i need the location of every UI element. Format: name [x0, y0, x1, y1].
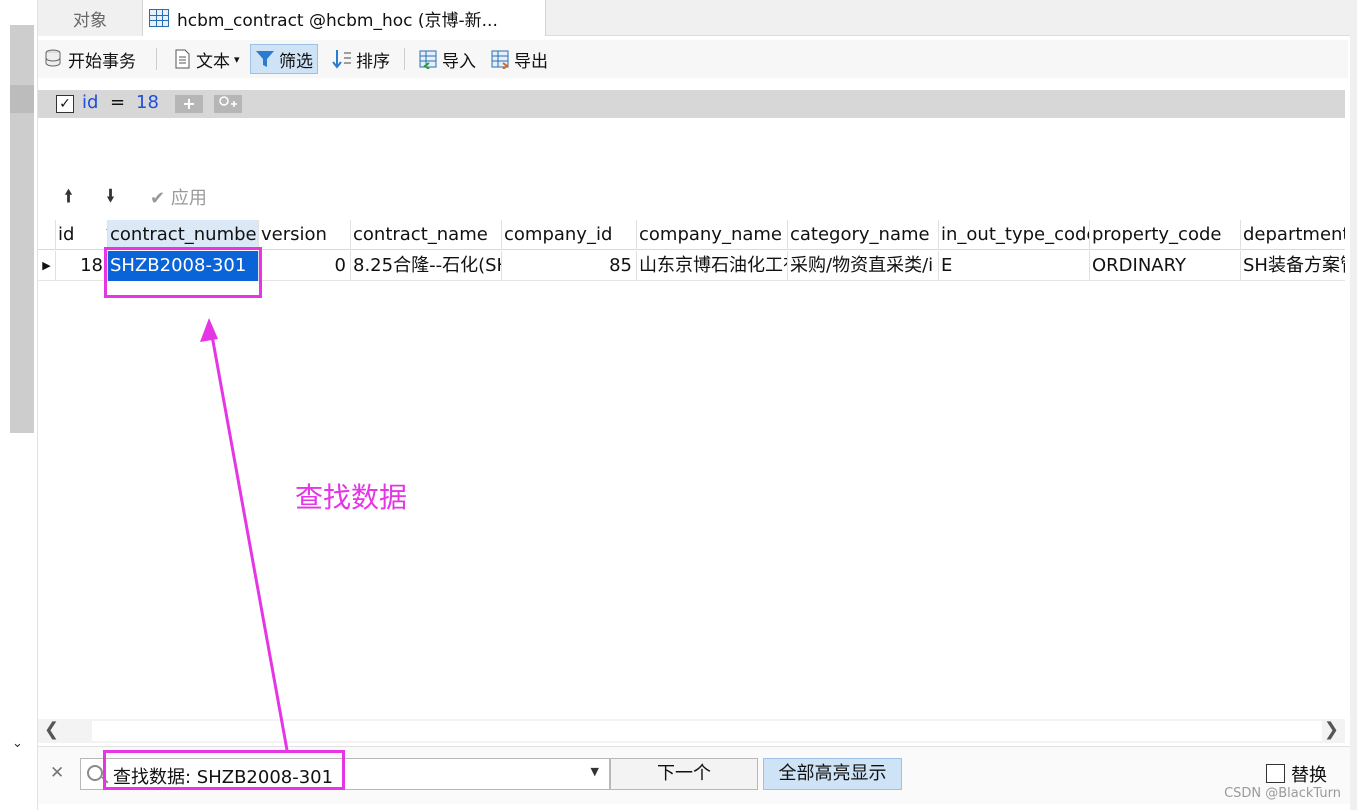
filter-value[interactable]: 18	[136, 92, 159, 113]
column-header-label: property_code	[1092, 224, 1222, 245]
horizontal-scrollbar[interactable]: ❮ ❯	[38, 719, 1345, 743]
horizontal-scroll-thumb[interactable]	[92, 721, 1322, 741]
cell-property-code[interactable]: ORDINARY	[1090, 251, 1241, 281]
annotation-box-search	[103, 750, 345, 790]
dropdown-arrow-icon: ▾	[234, 52, 240, 66]
import-button[interactable]: 导入	[414, 44, 480, 74]
document-icon	[172, 49, 192, 69]
chevron-left-icon[interactable]: ❮	[44, 719, 59, 740]
filter-condition-bar: ✓ id = 18 +	[38, 90, 1345, 118]
add-group-icon	[219, 96, 237, 107]
column-header-contract-number[interactable]: contract_number	[108, 220, 259, 250]
tab-table-data[interactable]: hcbm_contract @hcbm_hoc (京博-新...	[142, 0, 546, 36]
tab-bar: 对象 hcbm_contract @hcbm_hoc (京博-新...	[38, 0, 1357, 36]
filter-label: 筛选	[279, 51, 313, 72]
toolbar-divider	[404, 48, 405, 70]
filter-operator[interactable]: =	[110, 92, 125, 113]
text-label: 文本	[196, 51, 230, 72]
add-group-button[interactable]	[214, 95, 242, 113]
column-header-id[interactable]: id	[56, 220, 108, 250]
window-edge	[1350, 0, 1357, 810]
chevron-down-icon[interactable]: ⌄	[12, 736, 23, 751]
column-header-company-name[interactable]: company_name	[637, 220, 788, 250]
add-condition-button[interactable]: +	[175, 95, 203, 113]
column-header-label: company_name	[639, 224, 783, 245]
tab-objects-label: 对象	[73, 10, 107, 31]
row-marker-header	[38, 220, 56, 250]
chevron-right-icon[interactable]: ❯	[1324, 719, 1339, 740]
column-header-label: company_id	[504, 224, 613, 245]
column-header-label: in_out_type_code	[941, 224, 1090, 245]
filter-tools: 🠙 🠛 ✔ 应用	[38, 180, 338, 212]
column-header-label: contract_name	[353, 224, 488, 245]
cell-category-name[interactable]: 采购/物资直采类/i	[788, 251, 939, 281]
export-button[interactable]: 导出	[486, 44, 552, 74]
column-header-label: version	[261, 224, 327, 245]
annotation-label: 查找数据	[295, 481, 408, 514]
checkmark-icon: ✔	[150, 188, 166, 209]
filter-field[interactable]: id	[82, 92, 98, 113]
export-icon	[490, 49, 510, 70]
column-header-label: contract_number	[110, 224, 259, 245]
begin-transaction-button[interactable]: 开始事务	[40, 44, 140, 74]
annotation-box-cell	[104, 247, 262, 298]
sidebar-scrollbar[interactable]	[10, 25, 34, 433]
cell-in-out-type-code[interactable]: E	[939, 251, 1090, 281]
app-window: ⌄ 对象 hcbm_contract @hcbm_hoc (京博-新... 开始…	[0, 0, 1357, 810]
column-header-department[interactable]: department	[1241, 220, 1345, 250]
sidebar-scroll-thumb[interactable]	[10, 85, 34, 113]
column-header-label: department	[1243, 224, 1345, 245]
column-header-category-name[interactable]: category_name	[788, 220, 939, 250]
grid-header-row: id contract_number version contract_name…	[38, 220, 1345, 250]
close-icon[interactable]: ✕	[50, 763, 64, 783]
cell-contract-name[interactable]: 8.25合隆--石化(SH	[351, 251, 502, 281]
sort-label: 排序	[356, 51, 390, 72]
highlight-all-button[interactable]: 全部高亮显示	[763, 758, 902, 790]
search-icon	[87, 765, 103, 781]
replace-checkbox[interactable]	[1266, 764, 1285, 783]
column-header-contract-name[interactable]: contract_name	[351, 220, 502, 250]
import-icon	[418, 49, 438, 70]
arrow-down-icon[interactable]: 🠛	[106, 184, 115, 214]
apply-filter-button[interactable]: ✔ 应用	[150, 184, 207, 210]
table-icon	[149, 9, 169, 27]
data-toolbar: 开始事务 文本 ▾ 筛选 排序 导入 导出	[38, 40, 1348, 78]
database-icon	[44, 49, 64, 69]
column-header-label: id	[58, 224, 75, 245]
filter-enabled-checkbox[interactable]: ✓	[56, 95, 74, 113]
cell-version[interactable]: 0	[259, 251, 351, 281]
column-header-version[interactable]: version	[259, 220, 351, 250]
cell-department[interactable]: SH装备方案管	[1241, 251, 1345, 281]
tab-table-label: hcbm_contract @hcbm_hoc (京博-新...	[177, 10, 498, 31]
sort-icon	[332, 49, 352, 69]
toolbar-divider	[156, 48, 157, 70]
column-header-property-code[interactable]: property_code	[1090, 220, 1241, 250]
plus-icon: +	[182, 94, 196, 113]
filter-active-icon[interactable]	[106, 229, 107, 237]
cell-id[interactable]: 18	[56, 251, 108, 281]
left-sidebar: ⌄	[0, 0, 38, 810]
text-button[interactable]: 文本 ▾	[168, 44, 244, 74]
current-row-marker-icon: ▶	[38, 251, 56, 281]
arrow-up-icon[interactable]: 🠙	[64, 184, 73, 214]
find-next-button[interactable]: 下一个	[610, 758, 758, 790]
column-header-company-id[interactable]: company_id	[502, 220, 637, 250]
watermark: CSDN @BlackTurn	[1224, 786, 1341, 801]
export-label: 导出	[514, 51, 548, 72]
dropdown-arrow-icon[interactable]: ▼	[591, 765, 599, 778]
begin-transaction-label: 开始事务	[68, 51, 136, 72]
tab-objects[interactable]: 对象	[38, 0, 142, 36]
funnel-icon	[255, 49, 275, 69]
column-header-in-out-type-code[interactable]: in_out_type_code	[939, 220, 1090, 250]
cell-company-name[interactable]: 山东京博石油化工有	[637, 251, 788, 281]
column-header-label: category_name	[790, 224, 930, 245]
apply-label: 应用	[170, 188, 207, 209]
filter-button[interactable]: 筛选	[250, 44, 318, 74]
import-label: 导入	[442, 51, 476, 72]
cell-company-id[interactable]: 85	[502, 251, 637, 281]
sort-button[interactable]: 排序	[328, 44, 394, 74]
replace-label: 替换	[1291, 765, 1327, 786]
